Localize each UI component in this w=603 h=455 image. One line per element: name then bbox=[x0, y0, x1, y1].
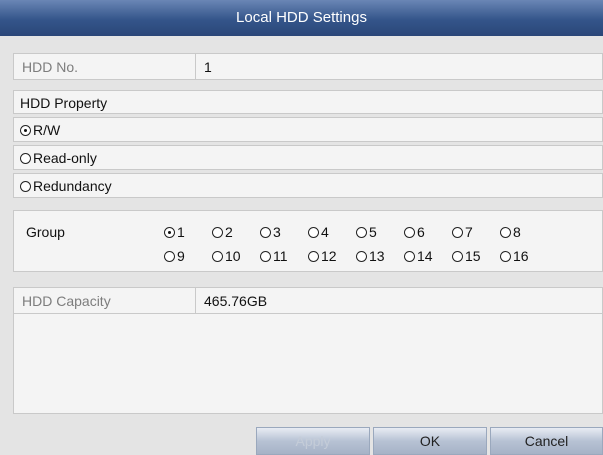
redundancy-label: Redundancy bbox=[33, 178, 112, 194]
group-option-6[interactable]: 6 bbox=[404, 224, 452, 240]
read-only-label: Read-only bbox=[33, 150, 97, 166]
group-options-line-1: 12345678 bbox=[164, 224, 548, 240]
redundancy-radio[interactable] bbox=[20, 181, 31, 192]
hdd-no-row: HDD No. 1 bbox=[13, 53, 603, 80]
hdd-no-label: HDD No. bbox=[14, 54, 196, 79]
hdd-capacity-row: HDD Capacity 465.76GB bbox=[13, 287, 603, 314]
group-option-12[interactable]: 12 bbox=[308, 248, 356, 264]
group-radio-1[interactable] bbox=[164, 227, 175, 238]
group-option-11[interactable]: 11 bbox=[260, 248, 308, 264]
group-option-16[interactable]: 16 bbox=[500, 248, 548, 264]
group-option-2[interactable]: 2 bbox=[212, 224, 260, 240]
read-only-radio[interactable] bbox=[20, 153, 31, 164]
rw-radio[interactable] bbox=[20, 125, 31, 136]
group-option-3[interactable]: 3 bbox=[260, 224, 308, 240]
local-hdd-settings-dialog: Local HDD Settings HDD No. 1 HDD Propert… bbox=[0, 0, 603, 455]
hdd-capacity-label: HDD Capacity bbox=[14, 288, 196, 313]
group-label: Group bbox=[26, 224, 65, 240]
empty-panel bbox=[13, 314, 603, 414]
hdd-property-heading-row: HDD Property bbox=[13, 90, 603, 114]
group-option-15[interactable]: 15 bbox=[452, 248, 500, 264]
group-option-13[interactable]: 13 bbox=[356, 248, 404, 264]
hdd-capacity-value: 465.76GB bbox=[204, 293, 268, 309]
group-option-9[interactable]: 9 bbox=[164, 248, 212, 264]
cancel-button[interactable]: Cancel bbox=[490, 427, 603, 455]
group-option-4[interactable]: 4 bbox=[308, 224, 356, 240]
hdd-property-heading: HDD Property bbox=[20, 95, 108, 111]
group-option-8[interactable]: 8 bbox=[500, 224, 548, 240]
group-option-7[interactable]: 7 bbox=[452, 224, 500, 240]
group-option-14[interactable]: 14 bbox=[404, 248, 452, 264]
group-row: Group 12345678 9 10 11 12 13 14 15 16 bbox=[13, 210, 603, 272]
group-option-10[interactable]: 10 bbox=[212, 248, 260, 264]
hdd-no-value: 1 bbox=[204, 59, 212, 75]
property-option-rw[interactable]: R/W bbox=[13, 117, 603, 142]
property-option-redundancy[interactable]: Redundancy bbox=[13, 173, 603, 198]
rw-label: R/W bbox=[33, 122, 61, 138]
group-option-5[interactable]: 5 bbox=[356, 224, 404, 240]
ok-button[interactable]: OK bbox=[373, 427, 487, 455]
dialog-title: Local HDD Settings bbox=[0, 0, 603, 36]
group-option-1[interactable]: 1 bbox=[164, 224, 212, 240]
property-option-read-only[interactable]: Read-only bbox=[13, 145, 603, 170]
group-options-line-2: 9 10 11 12 13 14 15 16 bbox=[164, 248, 548, 264]
apply-button[interactable]: Apply bbox=[256, 427, 370, 455]
